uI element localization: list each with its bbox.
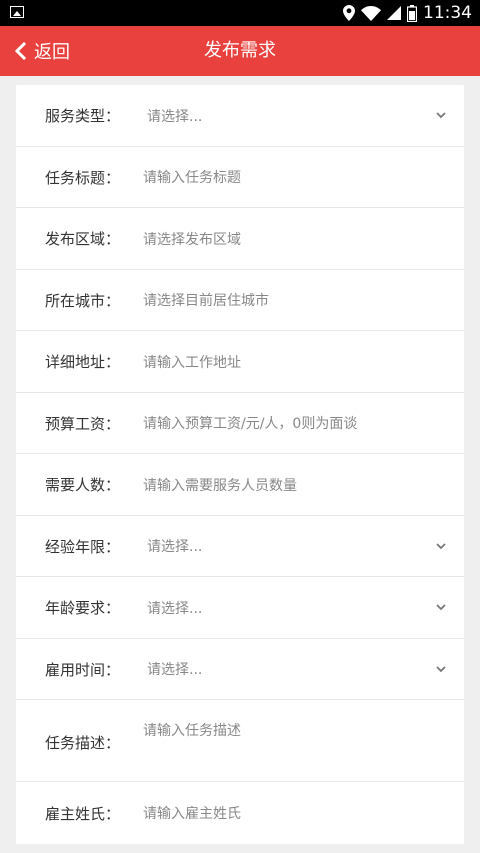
app-bar: 返回 发布需求	[0, 26, 480, 76]
page-title: 发布需求	[204, 40, 276, 61]
form-row-employer-surname[interactable]: 雇主姓氏： 请输入雇主姓氏	[16, 782, 464, 844]
form-row-headcount[interactable]: 需要人数： 请输入需要服务人员数量	[16, 454, 464, 516]
hire-time-select[interactable]: 请选择...	[147, 659, 450, 679]
back-button[interactable]: 返回	[14, 26, 70, 76]
employer-surname-label: 雇主姓氏：	[45, 804, 121, 823]
address-input[interactable]: 请输入工作地址	[143, 352, 450, 372]
service-type-select[interactable]: 请选择...	[147, 106, 450, 126]
task-description-textarea[interactable]: 请输入任务描述	[143, 720, 450, 740]
wifi-icon	[361, 5, 381, 21]
service-type-label: 服务类型：	[45, 107, 121, 125]
chevron-down-icon	[436, 604, 446, 611]
city-label: 所在城市：	[45, 291, 121, 310]
form-row-service-type[interactable]: 服务类型： 请选择...	[16, 85, 464, 147]
publish-area-label: 发布区域：	[45, 230, 121, 248]
age-select[interactable]: 请选择...	[147, 598, 450, 618]
chevron-down-icon	[436, 542, 446, 549]
image-notification-icon	[10, 6, 24, 18]
form-row-publish-area[interactable]: 发布区域： 请选择发布区域	[16, 208, 464, 270]
headcount-label: 需要人数：	[45, 476, 121, 494]
status-icons: 11:34	[343, 3, 472, 23]
experience-label: 经验年限：	[45, 537, 121, 556]
location-icon	[343, 5, 355, 21]
chevron-left-icon	[14, 42, 26, 60]
form-row-city[interactable]: 所在城市： 请选择目前居住城市	[16, 270, 464, 331]
form-row-hire-time[interactable]: 雇用时间： 请选择...	[16, 639, 464, 700]
form-row-task-title[interactable]: 任务标题： 请输入任务标题	[16, 147, 464, 208]
task-title-label: 任务标题：	[45, 168, 121, 187]
publish-form: 服务类型： 请选择... 任务标题： 请输入任务标题 发布区域： 请选择发布区域…	[16, 85, 464, 844]
task-title-input[interactable]: 请输入任务标题	[143, 167, 450, 187]
age-label: 年龄要求：	[45, 599, 121, 617]
form-row-task-description[interactable]: 任务描述： 请输入任务描述	[16, 700, 464, 782]
chevron-down-icon	[436, 665, 446, 672]
battery-icon	[407, 4, 417, 22]
publish-area-input[interactable]: 请选择发布区域	[143, 229, 450, 249]
task-description-label: 任务描述：	[45, 734, 121, 752]
address-label: 详细地址：	[45, 353, 121, 371]
form-row-address[interactable]: 详细地址： 请输入工作地址	[16, 331, 464, 393]
employer-surname-input[interactable]: 请输入雇主姓氏	[143, 803, 450, 823]
status-bar: 11:34	[0, 0, 480, 26]
form-row-budget-salary[interactable]: 预算工资： 请输入预算工资/元/人，0则为面谈	[16, 393, 464, 454]
form-row-experience[interactable]: 经验年限： 请选择...	[16, 516, 464, 577]
city-input[interactable]: 请选择目前居住城市	[143, 290, 450, 310]
experience-select[interactable]: 请选择...	[147, 536, 450, 556]
chevron-down-icon	[436, 112, 446, 119]
signal-icon	[387, 6, 401, 20]
back-label: 返回	[34, 42, 70, 63]
form-row-age[interactable]: 年龄要求： 请选择...	[16, 577, 464, 639]
budget-salary-label: 预算工资：	[45, 414, 121, 433]
budget-salary-input[interactable]: 请输入预算工资/元/人，0则为面谈	[143, 413, 450, 433]
headcount-input[interactable]: 请输入需要服务人员数量	[143, 475, 450, 495]
hire-time-label: 雇用时间：	[45, 660, 121, 679]
status-time: 11:34	[423, 3, 472, 23]
